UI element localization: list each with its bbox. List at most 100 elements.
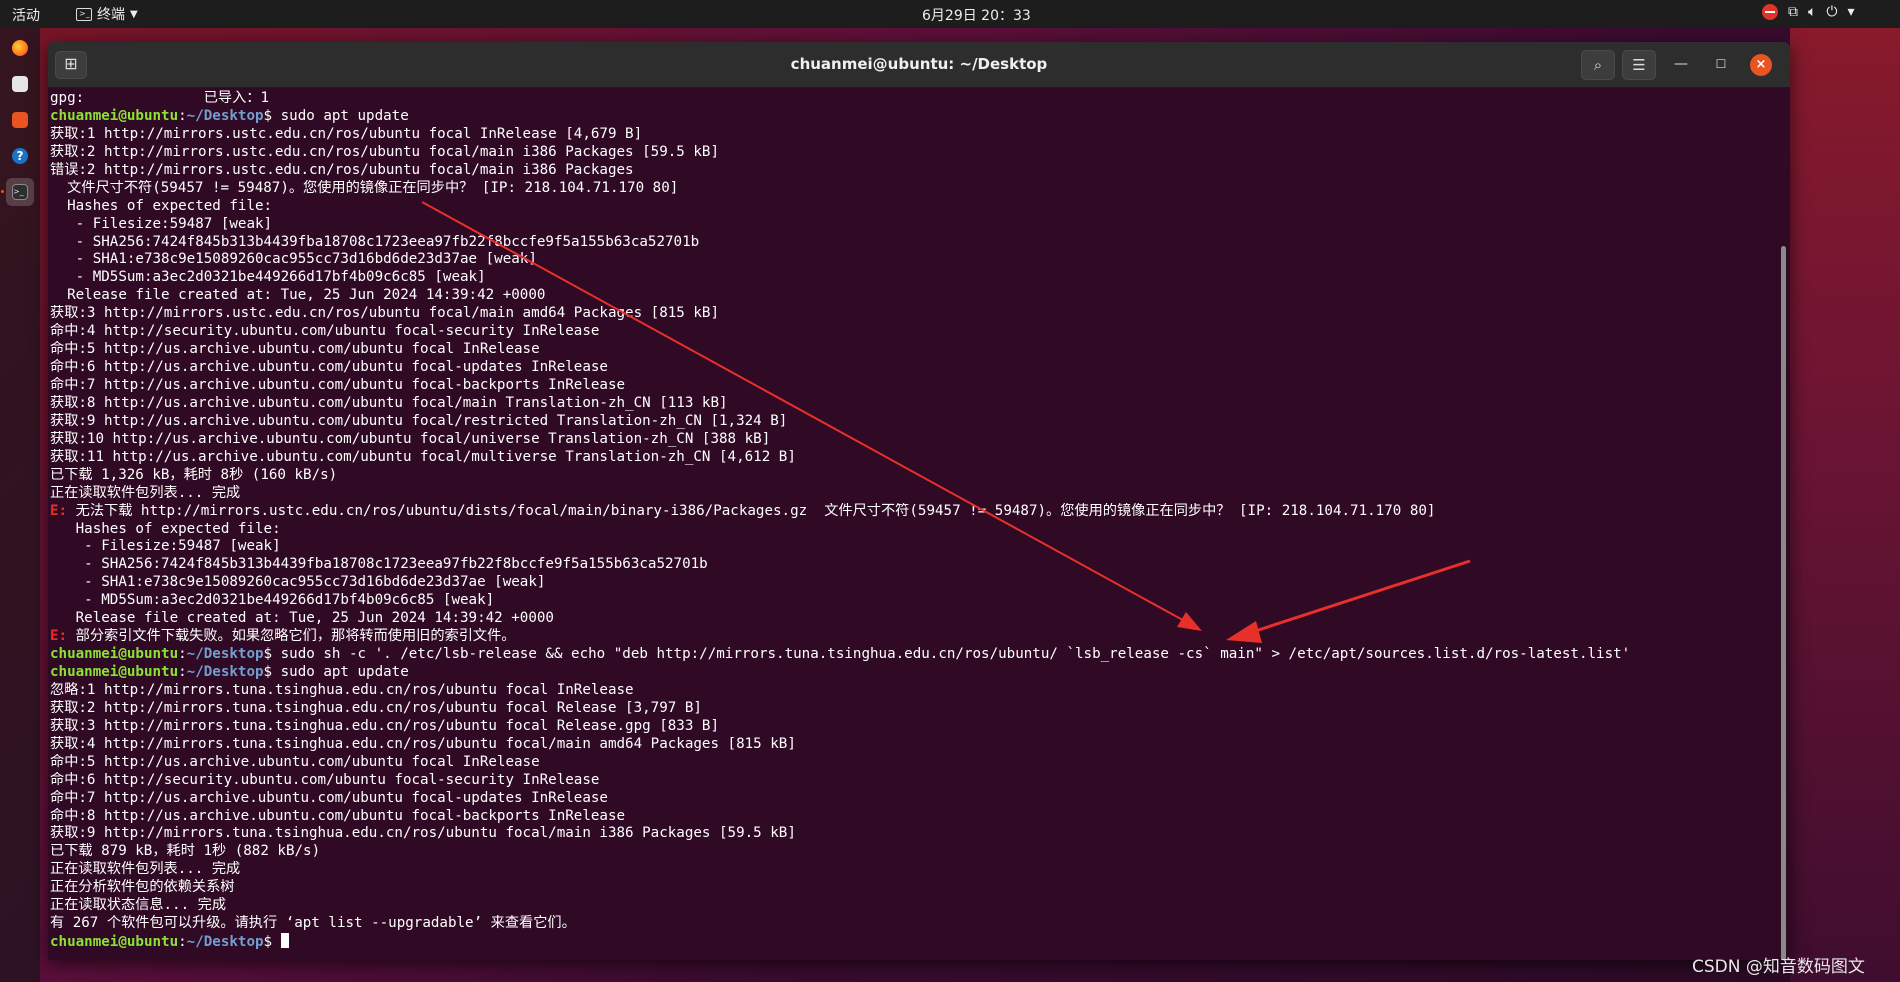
dock-item-help[interactable]: ? <box>6 142 34 170</box>
dock-item-firefox[interactable] <box>6 34 34 62</box>
dock: ? >_ <box>0 28 40 982</box>
command-text: sudo apt update <box>280 664 409 680</box>
prompt-separator: : <box>178 646 187 663</box>
output-line: 正在读取状态信息... 完成 <box>50 897 227 914</box>
output-line: 命中:5 http://us.archive.ubuntu.com/ubuntu… <box>50 753 540 770</box>
error-line: E: 部分索引文件下载失败。如果忽略它们，那将转而使用旧的索引文件。 <box>50 628 1770 646</box>
prompt-user: chuanmei@ubuntu <box>50 107 179 124</box>
output-line: 错误:2 http://mirrors.ustc.edu.cn/ros/ubun… <box>50 161 634 178</box>
output-line: 忽略:1 http://mirrors.tuna.tsinghua.edu.cn… <box>50 681 634 698</box>
app-menu[interactable]: >_ 终端 ▼ <box>76 4 138 24</box>
terminal-icon: >_ <box>12 184 28 200</box>
scrollbar[interactable] <box>1781 246 1786 960</box>
dock-item-terminal[interactable]: >_ <box>6 178 34 206</box>
clock[interactable]: 6月29日 20：33 <box>922 5 1031 25</box>
prompt-line: chuanmei@ubuntu:~/Desktop$ sudo apt upda… <box>50 664 1770 682</box>
output-line: 正在读取软件包列表... 完成 <box>50 861 241 878</box>
files-icon <box>12 76 28 92</box>
command-text: sudo sh -c '. /etc/lsb-release && echo "… <box>280 646 1631 663</box>
output-line: - Filesize:59487 [weak] <box>50 215 273 232</box>
system-tray[interactable]: ⧉ 🔈︎ ⏻ ▾ <box>1762 4 1855 20</box>
error-tag: E: <box>50 502 76 519</box>
output-line: gpg: 已导入：1 <box>50 90 270 106</box>
error-text: 部分索引文件下载失败。如果忽略它们，那将转而使用旧的索引文件。 <box>75 628 516 645</box>
running-indicator <box>1 190 4 193</box>
terminal-window: ⊞ chuanmei@ubuntu: ~/Desktop ⌕ ☰ — ☐ × g… <box>48 42 1790 960</box>
output-line: 命中:6 http://security.ubuntu.com/ubuntu f… <box>50 771 600 788</box>
prompt-path: ~/Desktop <box>186 646 264 663</box>
search-button[interactable]: ⌕ <box>1581 50 1615 80</box>
prompt-user: chuanmei@ubuntu <box>50 664 179 680</box>
output-line: 命中:7 http://us.archive.ubuntu.com/ubuntu… <box>50 789 608 806</box>
output-line: 获取:4 http://mirrors.tuna.tsinghua.edu.cn… <box>50 735 796 752</box>
output-line: 获取:11 http://us.archive.ubuntu.com/ubunt… <box>50 448 796 465</box>
output-line: 命中:6 http://us.archive.ubuntu.com/ubuntu… <box>50 359 608 376</box>
error-text: 无法下载 http://mirrors.ustc.edu.cn/ros/ubun… <box>75 502 1436 519</box>
output-line: 正在分析软件包的依赖关系树 <box>50 879 235 896</box>
firefox-icon <box>12 40 28 56</box>
prompt-separator: : <box>178 107 187 124</box>
dock-item-software[interactable] <box>6 106 34 134</box>
output-line: 已下载 879 kB，耗时 1秒 (882 kB/s) <box>50 843 321 860</box>
header-bar[interactable]: ⊞ chuanmei@ubuntu: ~/Desktop ⌕ ☰ — ☐ × <box>48 42 1790 88</box>
do-not-disturb-icon[interactable] <box>1762 4 1778 20</box>
output-line: 命中:5 http://us.archive.ubuntu.com/ubuntu… <box>50 341 540 358</box>
error-line: E: 无法下载 http://mirrors.ustc.edu.cn/ros/u… <box>50 503 1770 521</box>
minimize-icon: — <box>1674 56 1688 72</box>
output-line: 有 267 个软件包可以升级。请执行 ‘apt list --upgradabl… <box>50 915 576 932</box>
software-icon <box>12 112 28 128</box>
output-line: - SHA256:7424f845b313b4439fba18708c1723e… <box>50 233 700 250</box>
output-line: Release file created at: Tue, 25 Jun 202… <box>50 610 554 627</box>
search-icon: ⌕ <box>1593 56 1603 74</box>
output-line: Hashes of expected file: <box>50 197 273 214</box>
output-line: 命中:8 http://us.archive.ubuntu.com/ubuntu… <box>50 807 626 824</box>
output-line: 命中:7 http://us.archive.ubuntu.com/ubuntu… <box>50 377 626 393</box>
output-line: 获取:1 http://mirrors.ustc.edu.cn/ros/ubun… <box>50 125 643 142</box>
watermark: CSDN @知音数码图文 <box>1692 957 1865 977</box>
volume-icon[interactable]: 🔈︎ <box>1808 4 1816 20</box>
output-line: 文件尺寸不符(59457 != 59487)。您使用的镜像正在同步中？ [IP:… <box>50 179 679 196</box>
top-bar: 活动 >_ 终端 ▼ 6月29日 20：33 ⧉ 🔈︎ ⏻ ▾ <box>0 0 1900 28</box>
menu-button[interactable]: ☰ <box>1622 50 1656 80</box>
output-line: - MD5Sum:a3ec2d0321be449266d17bf4b09c6c8… <box>50 592 495 609</box>
prompt-user: chuanmei@ubuntu <box>50 646 179 663</box>
prompt-dollar: $ <box>263 107 281 124</box>
error-tag: E: <box>50 628 76 645</box>
prompt-line: chuanmei@ubuntu:~/Desktop$ sudo apt upda… <box>50 108 1770 126</box>
output-line: 正在读取软件包列表... 完成 <box>50 484 241 501</box>
output-line: 获取:8 http://us.archive.ubuntu.com/ubuntu… <box>50 394 728 411</box>
command-text: sudo apt update <box>280 107 409 124</box>
close-icon: × <box>1755 57 1767 72</box>
prompt-path: ~/Desktop <box>186 664 264 680</box>
close-button[interactable]: × <box>1750 54 1772 76</box>
output-line: - MD5Sum:a3ec2d0321be449266d17bf4b09c6c8… <box>50 269 486 286</box>
prompt-dollar: $ <box>263 664 281 680</box>
prompt-path: ~/Desktop <box>186 107 264 124</box>
output-line: 获取:3 http://mirrors.ustc.edu.cn/ros/ubun… <box>50 305 719 322</box>
window-title: chuanmei@ubuntu: ~/Desktop <box>790 55 1048 73</box>
output-line: Hashes of expected file: <box>50 520 281 537</box>
output-line: - SHA1:e738c9e15089260cac955cc73d16bd6de… <box>50 574 546 591</box>
dock-item-files[interactable] <box>6 70 34 98</box>
network-icon[interactable]: ⧉ <box>1788 4 1798 20</box>
output-line: - SHA1:e738c9e15089260cac955cc73d16bd6de… <box>50 251 537 268</box>
output-line: 获取:9 http://mirrors.tuna.tsinghua.edu.cn… <box>50 825 796 842</box>
output-line: - SHA256:7424f845b313b4439fba18708c1723e… <box>50 556 708 573</box>
output-line: 获取:3 http://mirrors.tuna.tsinghua.edu.cn… <box>50 717 719 734</box>
output-line: - Filesize:59487 [weak] <box>50 538 281 555</box>
prompt-dollar: $ <box>263 934 281 951</box>
prompt-separator: : <box>178 664 187 680</box>
power-icon[interactable]: ⏻ <box>1826 4 1837 20</box>
output-line: 获取:10 http://us.archive.ubuntu.com/ubunt… <box>50 430 771 447</box>
minimize-button[interactable]: — <box>1670 54 1692 76</box>
output-line: 获取:2 http://mirrors.ustc.edu.cn/ros/ubun… <box>50 143 719 160</box>
terminal-output[interactable]: gpg: 已导入：1 chuanmei@ubuntu:~/Desktop$ sud… <box>48 90 1790 960</box>
maximize-icon: ☐ <box>1715 57 1727 71</box>
maximize-button[interactable]: ☐ <box>1710 54 1732 76</box>
prompt-dollar: $ <box>263 646 281 663</box>
activities-button[interactable]: 活动 <box>12 5 40 25</box>
prompt-line: chuanmei@ubuntu:~/Desktop$ <box>50 933 1770 951</box>
chevron-down-icon[interactable]: ▾ <box>1847 4 1854 20</box>
text-cursor <box>280 933 289 949</box>
prompt-path: ~/Desktop <box>186 934 264 951</box>
